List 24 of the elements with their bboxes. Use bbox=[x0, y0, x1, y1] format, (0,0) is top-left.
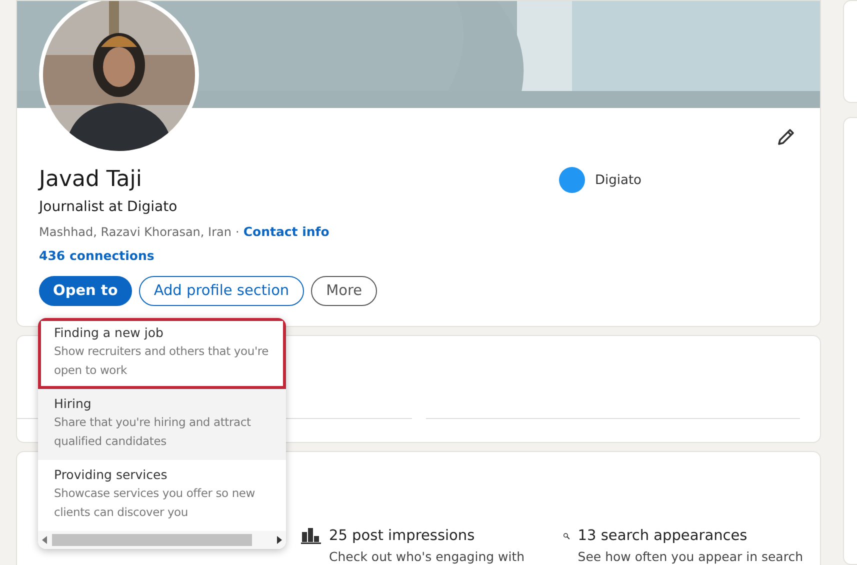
profile-name: Javad Taji bbox=[39, 166, 143, 194]
analytics-subtitle: Check out who's engaging with bbox=[329, 548, 525, 565]
profile-headline: Journalist at Digiato bbox=[39, 198, 178, 217]
menu-item[interactable]: Hiring Share that you're hiring and attract qualified candidates bbox=[38, 389, 286, 460]
scroll-right-icon[interactable] bbox=[276, 536, 282, 544]
bar-chart-icon bbox=[301, 526, 321, 544]
edit-icon[interactable] bbox=[776, 127, 796, 147]
profile-action-button[interactable]: More bbox=[311, 276, 378, 306]
company-logo-icon bbox=[558, 166, 586, 194]
company-name[interactable]: Digiato bbox=[595, 172, 642, 188]
contact-info-link[interactable]: Contact info bbox=[243, 223, 330, 241]
menu-item[interactable]: Providing services Showcase services you offer so new clients can discover you bbox=[38, 460, 286, 531]
analytics-title[interactable]: 25 post impressions bbox=[329, 526, 525, 546]
profile-action-button[interactable]: Add profile section bbox=[138, 276, 304, 306]
horizontal-scrollbar[interactable] bbox=[38, 531, 286, 549]
profile-action-button[interactable]: Open to bbox=[39, 276, 132, 306]
location-text: Mashhad, Razavi Khorasan, Iran bbox=[39, 224, 232, 241]
connections-link[interactable]: 436 connections bbox=[39, 248, 154, 263]
scrollbar-thumb[interactable] bbox=[52, 534, 252, 546]
menu-item[interactable]: Finding a new job Show recruiters and others that you're open to work bbox=[38, 318, 286, 389]
scroll-left-icon[interactable] bbox=[42, 536, 48, 544]
analytics-subtitle: See how often you appear in search bbox=[578, 548, 803, 565]
separator-dot: · bbox=[235, 224, 240, 241]
analytics-title[interactable]: 13 search appearances bbox=[578, 526, 803, 546]
